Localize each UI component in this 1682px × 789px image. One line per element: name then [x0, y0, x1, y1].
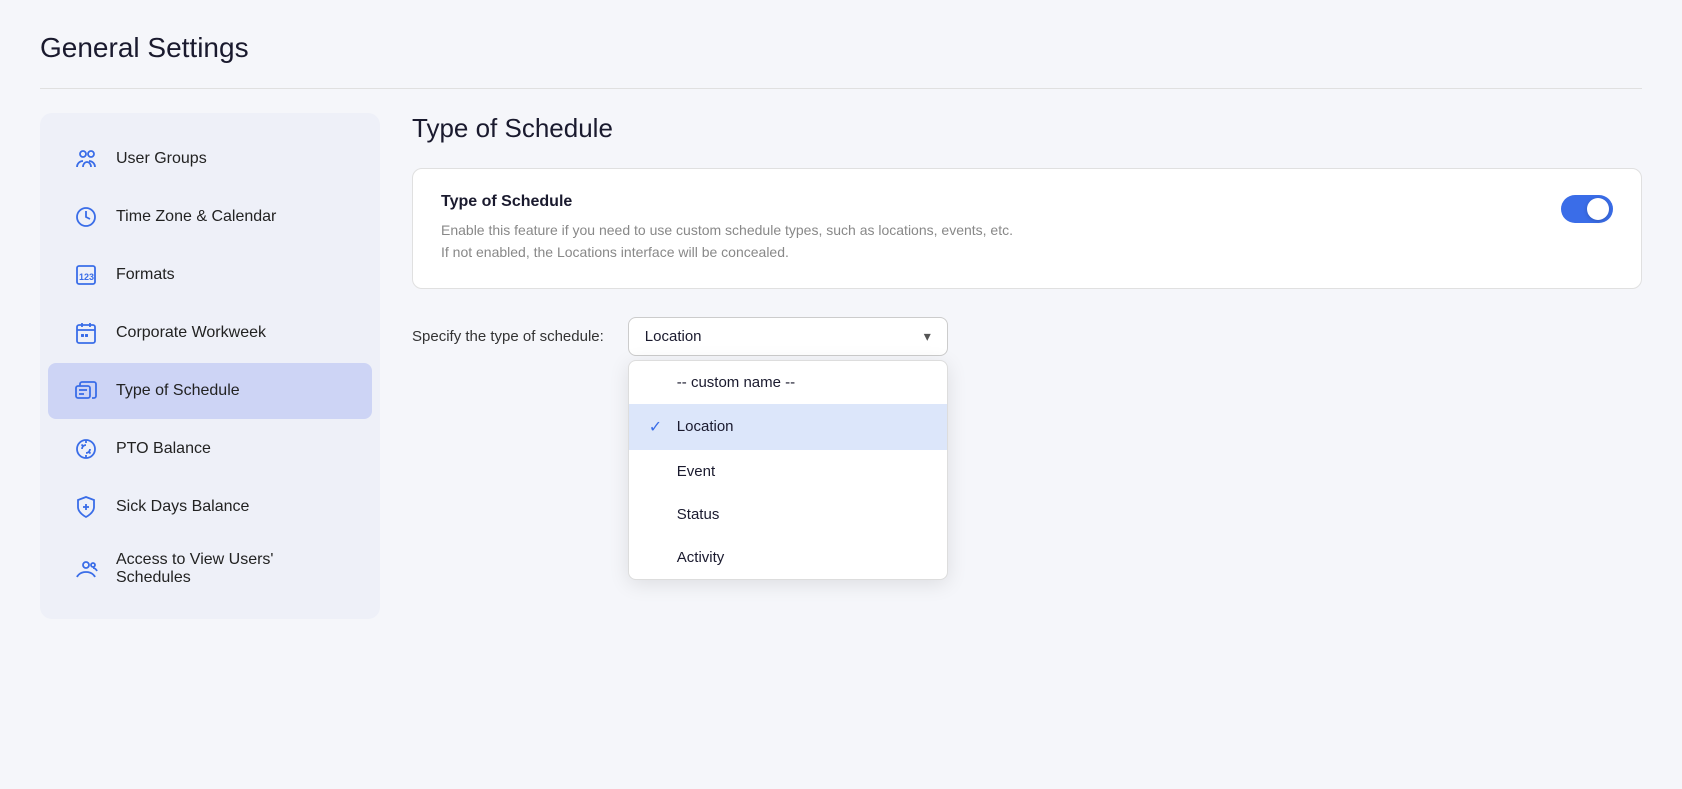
sidebar-item-pto-balance[interactable]: PTO Balance [48, 421, 372, 477]
dropdown-option-label: -- custom name -- [677, 374, 795, 391]
dropdown-option-label: Status [677, 506, 720, 523]
sidebar-item-access-view[interactable]: Access to View Users' Schedules [48, 537, 372, 601]
formats-icon: 123 [72, 261, 100, 289]
sidebar: User Groups Time Zone & Calendar 123 [40, 113, 380, 619]
card-desc-line1: Enable this feature if you need to use c… [441, 219, 1013, 241]
page-title: General Settings [40, 32, 1642, 64]
svg-text:123: 123 [79, 272, 94, 282]
dropdown-menu: -- custom name -- ✓ Location Event S [628, 360, 948, 580]
card-desc-line2: If not enabled, the Locations interface … [441, 241, 1013, 263]
sidebar-item-label: User Groups [116, 150, 207, 168]
sidebar-item-label: Time Zone & Calendar [116, 208, 276, 226]
sidebar-item-label: Sick Days Balance [116, 498, 249, 516]
specify-label: Specify the type of schedule: [412, 328, 604, 345]
schedule-type-dropdown[interactable]: Location ▾ -- custom name -- ✓ Location [628, 317, 948, 356]
schedule-icon [72, 377, 100, 405]
dropdown-option-status[interactable]: Status [629, 493, 947, 536]
dropdown-option-location[interactable]: ✓ Location [629, 404, 947, 450]
page-divider [40, 88, 1642, 89]
content-area: Type of Schedule Type of Schedule Enable… [412, 113, 1642, 364]
sidebar-item-label: Corporate Workweek [116, 324, 266, 342]
main-layout: User Groups Time Zone & Calendar 123 [40, 113, 1642, 619]
dropdown-option-label: Event [677, 463, 715, 480]
access-icon [72, 555, 100, 583]
sidebar-item-type-of-schedule[interactable]: Type of Schedule [48, 363, 372, 419]
card-title: Type of Schedule [441, 193, 1013, 211]
sidebar-item-user-groups[interactable]: User Groups [48, 131, 372, 187]
sidebar-item-time-zone[interactable]: Time Zone & Calendar [48, 189, 372, 245]
check-location: ✓ [649, 417, 667, 437]
section-title: Type of Schedule [412, 113, 1642, 144]
page-wrapper: General Settings User Groups [0, 0, 1682, 651]
clock-icon [72, 203, 100, 231]
dropdown-selected[interactable]: Location ▾ [628, 317, 948, 356]
dropdown-selected-value: Location [645, 328, 702, 345]
sidebar-item-corporate-workweek[interactable]: Corporate Workweek [48, 305, 372, 361]
sidebar-item-label: PTO Balance [116, 440, 211, 458]
dropdown-option-label: Activity [677, 549, 725, 566]
card-text: Type of Schedule Enable this feature if … [441, 193, 1013, 264]
dropdown-option-event[interactable]: Event [629, 450, 947, 493]
chevron-down-icon: ▾ [924, 328, 931, 345]
sidebar-item-label: Access to View Users' Schedules [116, 551, 348, 587]
type-of-schedule-toggle[interactable] [1561, 195, 1613, 223]
sidebar-item-label: Type of Schedule [116, 382, 240, 400]
sidebar-item-label: Formats [116, 266, 175, 284]
sick-icon [72, 493, 100, 521]
dropdown-option-activity[interactable]: Activity [629, 536, 947, 579]
specify-row: Specify the type of schedule: Location ▾… [412, 317, 1642, 356]
sidebar-item-formats[interactable]: 123 Formats [48, 247, 372, 303]
users-icon [72, 145, 100, 173]
calendar-icon [72, 319, 100, 347]
dropdown-option-custom[interactable]: -- custom name -- [629, 361, 947, 404]
sidebar-item-sick-days-balance[interactable]: Sick Days Balance [48, 479, 372, 535]
dropdown-option-label: Location [677, 418, 734, 435]
toggle-slider [1561, 195, 1613, 223]
pto-icon [72, 435, 100, 463]
type-of-schedule-card: Type of Schedule Enable this feature if … [412, 168, 1642, 289]
